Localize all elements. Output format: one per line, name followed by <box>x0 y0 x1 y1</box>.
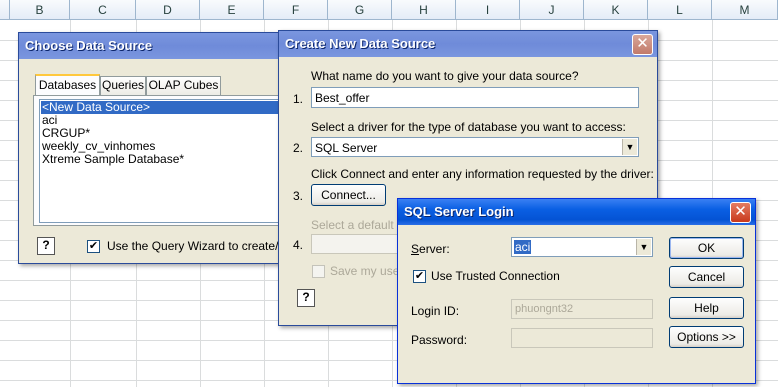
trusted-connection-label: Use Trusted Connection <box>431 269 560 283</box>
chevron-down-icon[interactable]: ▼ <box>622 139 637 155</box>
help-icon[interactable]: ? <box>37 237 55 255</box>
list-item-selected[interactable]: <New Data Source> <box>40 100 290 115</box>
dialog-title[interactable]: Choose Data Source <box>19 33 287 59</box>
step-number: 3. <box>293 189 304 203</box>
column-header[interactable]: I <box>456 0 520 20</box>
step-number: 4. <box>293 238 304 252</box>
tab-databases[interactable]: Databases <box>35 74 100 96</box>
column-header[interactable]: M <box>712 0 778 20</box>
column-header[interactable]: J <box>520 0 584 20</box>
column-header[interactable]: D <box>136 0 200 20</box>
input-value: phuongnt32 <box>515 303 574 315</box>
step-number: 2. <box>293 141 304 155</box>
column-header[interactable]: B <box>10 0 70 20</box>
dialog-title[interactable]: SQL Server Login <box>398 199 755 225</box>
chevron-down-icon[interactable]: ▼ <box>636 239 651 255</box>
query-wizard-checkbox[interactable]: ✔ <box>87 240 100 253</box>
query-wizard-label: Use the Query Wizard to create/edit <box>107 239 298 253</box>
server-label: Server: <box>411 242 450 256</box>
select-value: SQL Server <box>315 141 378 155</box>
question-default-table: Select a default ta <box>311 218 408 232</box>
question-connect: Click Connect and enter any information … <box>311 167 654 181</box>
trusted-connection-checkbox[interactable]: ✔ <box>413 270 426 283</box>
list-item[interactable]: Xtreme Sample Database* <box>42 153 184 166</box>
column-header[interactable]: H <box>392 0 456 20</box>
tab-label: Queries <box>101 78 145 92</box>
data-source-name-input[interactable]: Best_offer <box>311 87 639 108</box>
column-header[interactable]: K <box>584 0 648 20</box>
button-label: Help <box>694 301 719 315</box>
question-driver: Select a driver for the type of database… <box>311 120 626 134</box>
list-item-label: <New Data Source> <box>42 100 151 114</box>
column-header-row: B C D E F G H I J K L M <box>0 0 778 20</box>
step-number: 1. <box>293 92 304 106</box>
help-icon[interactable]: ? <box>297 289 315 307</box>
button-label: Connect... <box>321 188 376 202</box>
select-value: aci <box>514 240 532 254</box>
column-header[interactable]: G <box>328 0 392 20</box>
options-button[interactable]: Options >> <box>669 326 744 348</box>
question-name: What name do you want to give your data … <box>311 69 579 83</box>
password-input[interactable] <box>511 328 653 348</box>
cancel-button[interactable]: Cancel <box>669 266 744 288</box>
login-id-label: Login ID: <box>411 304 460 318</box>
column-header[interactable]: E <box>200 0 264 20</box>
password-label: Password: <box>411 333 468 347</box>
tab-queries[interactable]: Queries <box>100 76 146 95</box>
button-label: Options >> <box>677 330 736 344</box>
sql-server-login-dialog: SQL Server Login ✕ Server: aci ▼ ✔ Use T… <box>397 198 756 384</box>
button-label: OK <box>697 241 716 255</box>
tab-olap-cubes[interactable]: OLAP Cubes <box>146 76 221 95</box>
tab-label: OLAP Cubes <box>148 78 219 92</box>
tab-label: Databases <box>38 78 97 92</box>
close-icon[interactable]: ✕ <box>632 34 653 55</box>
column-header[interactable]: C <box>70 0 136 20</box>
ok-button[interactable]: OK <box>669 237 744 259</box>
choose-data-source-dialog: Choose Data Source Databases Queries OLA… <box>18 32 298 264</box>
save-user-id-checkbox[interactable] <box>312 265 325 278</box>
button-label: Cancel <box>687 270 726 284</box>
close-icon[interactable]: ✕ <box>730 202 751 223</box>
data-source-list[interactable]: <New Data Source> aci CRGUP* weekly_cv_v… <box>39 99 291 223</box>
help-button[interactable]: Help <box>669 297 744 319</box>
dialog-title[interactable]: Create New Data Source <box>279 31 657 57</box>
default-table-select <box>311 234 411 254</box>
column-header[interactable]: L <box>648 0 712 20</box>
row-header-corner[interactable] <box>0 0 10 20</box>
input-value: Best_offer <box>315 91 370 105</box>
connect-button[interactable]: Connect... <box>311 184 386 206</box>
driver-select[interactable]: SQL Server ▼ <box>311 137 639 157</box>
server-select[interactable]: aci ▼ <box>511 237 653 257</box>
label-text: erver: <box>419 242 450 256</box>
column-header[interactable]: F <box>264 0 328 20</box>
login-id-input[interactable]: phuongnt32 <box>511 299 653 319</box>
